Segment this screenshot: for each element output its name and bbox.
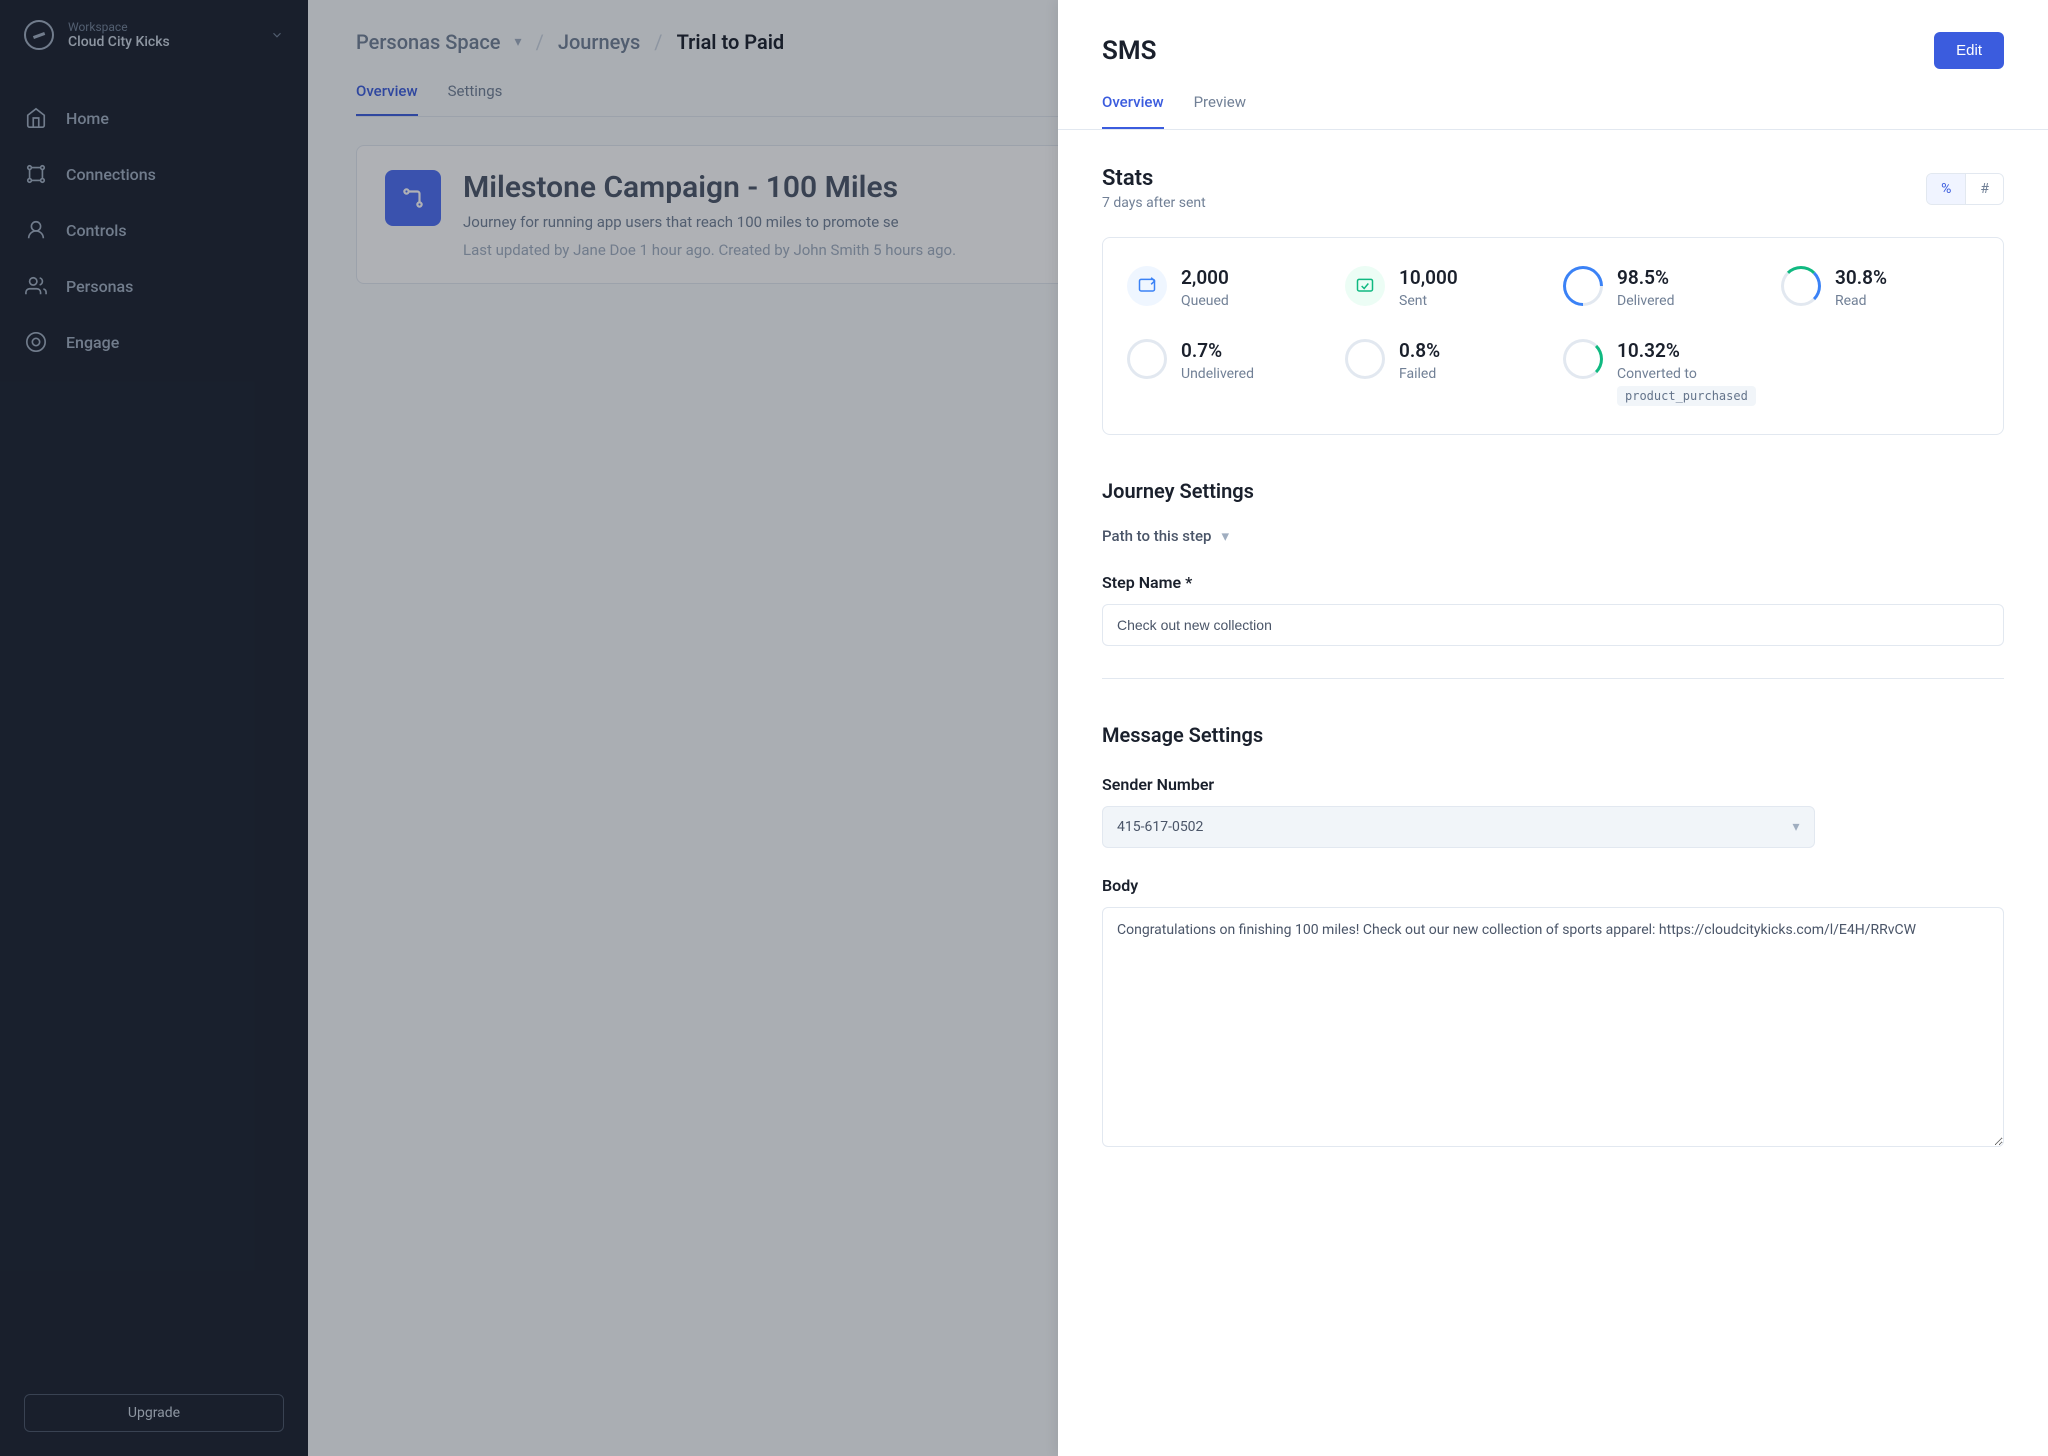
workspace-label: Workspace [68, 20, 256, 34]
breadcrumb-sep: / [654, 30, 662, 54]
upgrade-button[interactable]: Upgrade [24, 1394, 284, 1432]
workspace-name: Cloud City Kicks [68, 34, 256, 50]
sender-number-label: Sender Number [1102, 775, 2004, 794]
connections-icon [24, 162, 48, 186]
progress-ring-icon [1563, 339, 1603, 379]
edit-button[interactable]: Edit [1934, 32, 2004, 69]
nav-connections[interactable]: Connections [0, 146, 308, 202]
chevron-down-icon: ▾ [515, 34, 522, 50]
stat-label: Failed [1399, 366, 1440, 382]
stat-label: Delivered [1617, 293, 1674, 309]
progress-ring-icon [1781, 266, 1821, 306]
journey-settings-title: Journey Settings [1102, 479, 2004, 503]
campaign-desc: Journey for running app users that reach… [463, 213, 956, 231]
stat-queued: 2,000 Queued [1127, 266, 1325, 309]
sent-icon [1345, 266, 1385, 306]
home-icon [24, 106, 48, 130]
body-textarea[interactable] [1102, 907, 2004, 1147]
nav-engage[interactable]: Engage [0, 314, 308, 370]
stat-value: 10.32% [1617, 339, 1756, 362]
stat-undelivered: 0.7% Undelivered [1127, 339, 1325, 406]
stat-sent: 10,000 Sent [1345, 266, 1543, 309]
nav-controls[interactable]: Controls [0, 202, 308, 258]
breadcrumb-sep: / [536, 30, 544, 54]
stat-value: 98.5% [1617, 266, 1674, 289]
stats-title: Stats [1102, 166, 1206, 191]
stat-value: 30.8% [1835, 266, 1887, 289]
progress-ring-icon [1127, 339, 1167, 379]
journey-icon [385, 170, 441, 226]
stat-read: 30.8% Read [1781, 266, 1979, 309]
toggle-number[interactable]: # [1965, 174, 2003, 204]
body-label: Body [1102, 876, 2004, 895]
personas-icon [24, 274, 48, 298]
stat-delivered: 98.5% Delivered [1563, 266, 1761, 309]
nav-home[interactable]: Home [0, 90, 308, 146]
path-label: Path to this step [1102, 527, 1211, 545]
tab-settings[interactable]: Settings [448, 82, 503, 116]
path-to-step-dropdown[interactable]: Path to this step ▾ [1102, 527, 2004, 545]
queued-icon [1127, 266, 1167, 306]
breadcrumb-current: Trial to Paid [677, 30, 785, 54]
stat-value: 2,000 [1181, 266, 1229, 289]
stat-label: Undelivered [1181, 366, 1254, 382]
stat-label: Sent [1399, 293, 1458, 309]
toggle-percent[interactable]: % [1927, 174, 1965, 204]
campaign-title: Milestone Campaign - 100 Miles [463, 170, 956, 205]
nav-label: Personas [66, 277, 133, 296]
nav-label: Engage [66, 333, 119, 352]
stat-converted: 10.32% Converted to product_purchased [1563, 339, 1979, 406]
nav-personas[interactable]: Personas [0, 258, 308, 314]
stat-value: 0.7% [1181, 339, 1254, 362]
step-name-label: Step Name * [1102, 573, 2004, 592]
panel-tabs: Overview Preview [1058, 69, 2048, 130]
stat-code: product_purchased [1617, 386, 1756, 406]
panel-title: SMS [1102, 36, 1157, 66]
workspace-switcher[interactable]: Workspace Cloud City Kicks [0, 0, 308, 70]
nav-label: Connections [66, 165, 156, 184]
sender-number-value: 415-617-0502 [1117, 819, 1203, 835]
progress-ring-icon [1555, 258, 1612, 315]
progress-ring-icon [1345, 339, 1385, 379]
message-settings-title: Message Settings [1102, 723, 2004, 747]
nav-label: Home [66, 109, 109, 128]
stat-value: 10,000 [1399, 266, 1458, 289]
tab-overview[interactable]: Overview [356, 82, 418, 116]
stat-value: 0.8% [1399, 339, 1440, 362]
chevron-down-icon: ▾ [1793, 819, 1800, 835]
controls-icon [24, 218, 48, 242]
step-name-input[interactable] [1102, 604, 2004, 646]
divider [1102, 678, 2004, 679]
sms-panel: SMS Edit Overview Preview Stats 7 days a… [1058, 0, 2048, 1456]
panel-tab-preview[interactable]: Preview [1194, 93, 1246, 129]
stat-label: Queued [1181, 293, 1229, 309]
stats-box: 2,000 Queued 10,000 Sent 98.5% Delivered [1102, 237, 2004, 435]
stat-label: Converted to [1617, 366, 1756, 382]
nav-label: Controls [66, 221, 127, 240]
stats-unit-toggle: % # [1926, 173, 2004, 205]
engage-icon [24, 330, 48, 354]
breadcrumb-journeys[interactable]: Journeys [558, 30, 640, 54]
sender-number-select[interactable]: 415-617-0502 ▾ [1102, 806, 1815, 848]
stat-label: Read [1835, 293, 1887, 309]
chevron-down-icon [270, 28, 284, 42]
campaign-meta: Last updated by Jane Doe 1 hour ago. Cre… [463, 241, 956, 259]
workspace-logo-icon [24, 20, 54, 50]
sidebar: Workspace Cloud City Kicks Home Connecti… [0, 0, 308, 1456]
stat-failed: 0.8% Failed [1345, 339, 1543, 406]
breadcrumb-space[interactable]: Personas Space [356, 30, 501, 54]
panel-tab-overview[interactable]: Overview [1102, 93, 1164, 129]
breadcrumb: Personas Space ▾ / Journeys / Trial to P… [356, 30, 784, 54]
stats-subtitle: 7 days after sent [1102, 195, 1206, 211]
chevron-down-icon: ▾ [1221, 527, 1229, 545]
